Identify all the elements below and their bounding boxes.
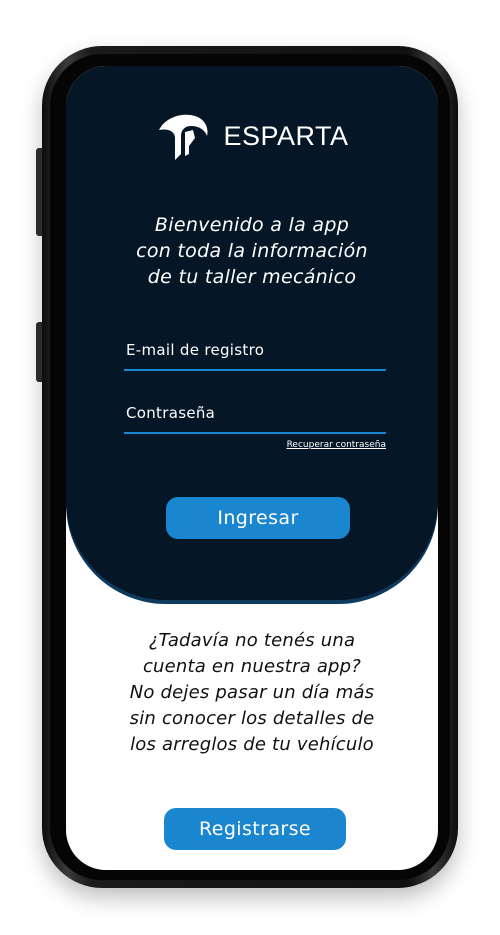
brand-logo: ESPARTA: [66, 108, 438, 164]
login-panel: ESPARTA Bienvenido a la app con toda la …: [66, 66, 438, 600]
promo-line: los arreglos de tu vehículo: [130, 734, 374, 755]
email-field[interactable]: [124, 337, 386, 371]
spartan-helmet-icon: [159, 114, 208, 160]
password-field[interactable]: [124, 400, 386, 434]
welcome-message: Bienvenido a la app con toda la informac…: [66, 212, 438, 290]
promo-line: ¿Tadavía no tenés una: [148, 630, 356, 651]
signup-promo: ¿Tadavía no tenés una cuenta en nuestra …: [66, 628, 438, 758]
welcome-line: Bienvenido a la app: [154, 214, 350, 236]
phone-side-button: [36, 322, 42, 382]
phone-side-button: [36, 148, 42, 236]
register-button[interactable]: Registrarse: [164, 808, 346, 850]
promo-line: No dejes pasar un día más: [129, 682, 375, 703]
welcome-line: con toda la información: [136, 240, 368, 262]
login-button[interactable]: Ingresar: [166, 497, 350, 539]
welcome-line: de tu taller mecánico: [147, 266, 357, 288]
brand-name: ESPARTA: [223, 120, 349, 151]
app-screen: ESPARTA Bienvenido a la app con toda la …: [66, 66, 438, 870]
promo-line: sin conocer los detalles de: [129, 708, 375, 729]
promo-line: cuenta en nuestra app?: [142, 656, 362, 677]
recover-password-link[interactable]: Recuperar contraseña: [124, 440, 386, 450]
